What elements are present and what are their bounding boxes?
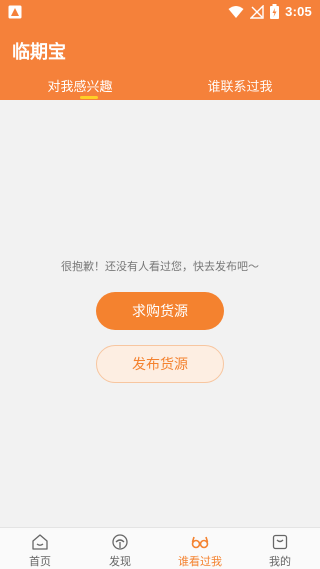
empty-state-message: 很抱歉！还没有人看过您，快去发布吧～ [61, 260, 259, 273]
discover-icon [112, 534, 128, 550]
tabbar-item-home[interactable]: 首页 [0, 528, 80, 569]
tab-contacted-me[interactable]: 谁联系过我 [160, 76, 320, 98]
tab-active-indicator [80, 96, 98, 99]
bottom-tab-bar: 首页 发现 谁看过我 我的 [0, 527, 320, 569]
app-header: 临期宝 对我感兴趣 谁联系过我 [0, 24, 320, 100]
tabbar-label: 谁看过我 [178, 555, 222, 568]
no-signal-icon [250, 4, 264, 19]
wifi-icon [228, 5, 244, 18]
tab-interested-in-me[interactable]: 对我感兴趣 [0, 76, 160, 98]
publish-goods-button[interactable]: 发布货源 [96, 345, 224, 383]
notification-app-icon [8, 5, 22, 19]
home-icon [32, 534, 48, 550]
tabbar-item-viewers[interactable]: 谁看过我 [160, 528, 240, 569]
viewers-icon [191, 536, 209, 549]
app-title: 临期宝 [12, 42, 66, 63]
tabbar-label: 我的 [269, 555, 291, 568]
tabbar-label: 首页 [29, 555, 51, 568]
request-goods-button[interactable]: 求购货源 [96, 292, 224, 330]
battery-charging-icon [270, 4, 280, 19]
status-time: 3:05 [285, 4, 312, 19]
tabbar-label: 发现 [109, 555, 131, 568]
profile-icon [272, 534, 288, 550]
tabbar-item-discover[interactable]: 发现 [80, 528, 160, 569]
tabbar-item-profile[interactable]: 我的 [240, 528, 320, 569]
status-bar: 3:05 [0, 0, 320, 24]
